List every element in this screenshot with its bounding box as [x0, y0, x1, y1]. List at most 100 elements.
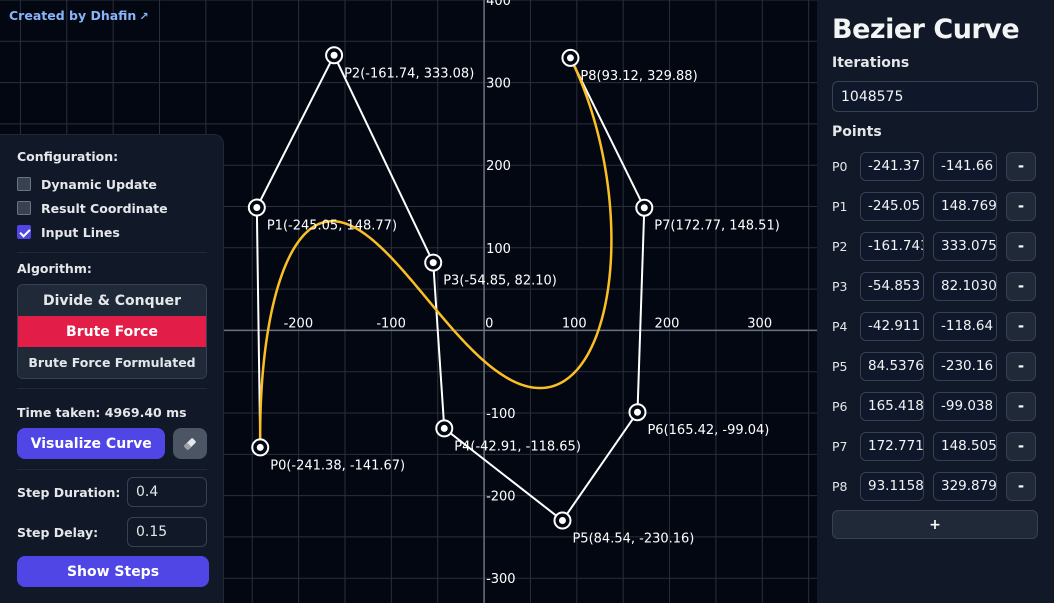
add-point-button[interactable]: +: [832, 510, 1038, 539]
divider: [17, 252, 207, 253]
credit-link[interactable]: Created by Dhafin ↗: [9, 8, 149, 23]
algo-brute-force-button[interactable]: Brute Force: [18, 316, 206, 347]
y-tick-label: 400: [486, 0, 511, 9]
eraser-button[interactable]: [173, 428, 207, 459]
x-tick-label: 200: [655, 316, 680, 331]
dynamic-update-label: Dynamic Update: [41, 176, 157, 192]
point-x-input[interactable]: -241.37: [860, 151, 924, 181]
credit-label: Created by Dhafin: [9, 8, 137, 23]
point-x-input[interactable]: -245.05: [860, 191, 924, 221]
result-coordinate-checkbox[interactable]: Result Coordinate: [17, 196, 207, 220]
point-y-input[interactable]: 333.075: [933, 231, 997, 261]
y-tick-label: 200: [486, 159, 511, 174]
point-y-input[interactable]: -118.64: [933, 311, 997, 341]
control-point-dot: [558, 517, 566, 525]
point-x-input[interactable]: -161.743: [860, 231, 924, 261]
point-y-input[interactable]: -99.038: [933, 391, 997, 421]
control-point-label: P0(-241.38, -141.67): [270, 458, 405, 473]
x-tick-label: 0: [485, 316, 493, 331]
remove-point-button[interactable]: -: [1006, 351, 1036, 381]
step-duration-input[interactable]: 0.4: [127, 477, 207, 507]
input-lines-label: Input Lines: [41, 224, 120, 240]
point-name: P7: [832, 438, 848, 454]
remove-point-button[interactable]: -: [1006, 271, 1036, 301]
control-point-dot: [253, 204, 261, 212]
point-y-input[interactable]: 148.769: [933, 191, 997, 221]
point-row-p5: P5 84.5376 -230.16 -: [832, 346, 1039, 386]
point-y-input[interactable]: -230.16: [933, 351, 997, 381]
control-point-dot: [640, 204, 648, 212]
point-x-input[interactable]: 165.418: [860, 391, 924, 421]
point-y-input[interactable]: -141.66: [933, 151, 997, 181]
point-row-p3: P3 -54.853 82.1030 -: [832, 266, 1039, 306]
step-delay-input[interactable]: 0.15: [127, 517, 207, 547]
control-point-label: P2(-161.74, 333.08): [344, 66, 474, 81]
remove-point-button[interactable]: -: [1006, 311, 1036, 341]
point-name: P2: [832, 238, 848, 254]
dynamic-update-checkbox[interactable]: Dynamic Update: [17, 172, 207, 196]
algorithm-title: Algorithm:: [17, 261, 92, 276]
algorithm-selector: Divide & Conquer Brute Force Brute Force…: [17, 284, 207, 379]
external-link-icon: ↗: [139, 10, 149, 23]
remove-point-button[interactable]: -: [1006, 471, 1036, 501]
canvas-area[interactable]: -300-200-1000100200300-300-200-100100200…: [0, 0, 817, 603]
point-y-input[interactable]: 329.879: [933, 471, 997, 501]
point-name: P4: [832, 318, 848, 334]
point-name: P5: [832, 358, 848, 374]
control-point-dot: [256, 443, 264, 451]
config-panel: Configuration: Dynamic Update Result Coo…: [0, 134, 224, 603]
control-point-label: P4(-42.91, -118.65): [454, 439, 581, 454]
checkbox-checked-icon[interactable]: [17, 225, 31, 239]
point-x-input[interactable]: -54.853: [860, 271, 924, 301]
x-tick-label: 100: [562, 316, 587, 331]
points-list: P0 -241.37 -141.66 - P1 -245.05 148.769 …: [832, 146, 1039, 506]
y-tick-label: -200: [486, 490, 516, 505]
point-name: P0: [832, 158, 848, 174]
point-name: P8: [832, 478, 848, 494]
remove-point-button[interactable]: -: [1006, 391, 1036, 421]
show-steps-button[interactable]: Show Steps: [17, 556, 209, 587]
panel-title: Bezier Curve: [832, 14, 1020, 45]
point-name: P1: [832, 198, 848, 214]
iterations-label: Iterations: [832, 55, 910, 71]
divider: [17, 388, 207, 389]
input-lines-checkbox[interactable]: Input Lines: [17, 220, 207, 244]
x-tick-label: -100: [376, 316, 406, 331]
side-panel: Bezier Curve Iterations 1048575 Points P…: [817, 0, 1054, 603]
point-y-input[interactable]: 148.505: [933, 431, 997, 461]
point-name: P6: [832, 398, 848, 414]
x-tick-label: -200: [284, 316, 314, 331]
point-x-input[interactable]: 172.771: [860, 431, 924, 461]
remove-point-button[interactable]: -: [1006, 151, 1036, 181]
checkbox-icon[interactable]: [17, 201, 31, 215]
point-row-p6: P6 165.418 -99.038 -: [832, 386, 1039, 426]
points-label: Points: [832, 124, 882, 140]
time-taken: Time taken: 4969.40 ms: [17, 405, 187, 420]
control-point-dot: [429, 259, 437, 267]
control-point-label: P6(165.42, -99.04): [647, 423, 769, 438]
point-y-input[interactable]: 82.1030: [933, 271, 997, 301]
step-delay-label: Step Delay:: [17, 524, 99, 540]
point-row-p2: P2 -161.743 333.075 -: [832, 226, 1039, 266]
algo-brute-force-formulated-button[interactable]: Brute Force Formulated: [18, 347, 206, 378]
checkbox-icon[interactable]: [17, 177, 31, 191]
point-row-p7: P7 172.771 148.505 -: [832, 426, 1039, 466]
algo-divide-conquer-button[interactable]: Divide & Conquer: [18, 285, 206, 316]
point-x-input[interactable]: -42.911: [860, 311, 924, 341]
point-x-input[interactable]: 93.1158: [860, 471, 924, 501]
config-title: Configuration:: [17, 149, 119, 164]
remove-point-button[interactable]: -: [1006, 431, 1036, 461]
x-tick-label: 300: [747, 316, 772, 331]
visualize-curve-button[interactable]: Visualize Curve: [17, 428, 166, 459]
iterations-input[interactable]: 1048575: [832, 81, 1038, 112]
remove-point-button[interactable]: -: [1006, 231, 1036, 261]
point-row-p1: P1 -245.05 148.769 -: [832, 186, 1039, 226]
point-row-p4: P4 -42.911 -118.64 -: [832, 306, 1039, 346]
control-point-label: P3(-54.85, 82.10): [443, 274, 557, 289]
point-x-input[interactable]: 84.5376: [860, 351, 924, 381]
point-name: P3: [832, 278, 848, 294]
control-point-label: P8(93.12, 329.88): [580, 69, 697, 84]
control-point-dot: [566, 54, 574, 62]
step-duration-label: Step Duration:: [17, 484, 121, 500]
remove-point-button[interactable]: -: [1006, 191, 1036, 221]
